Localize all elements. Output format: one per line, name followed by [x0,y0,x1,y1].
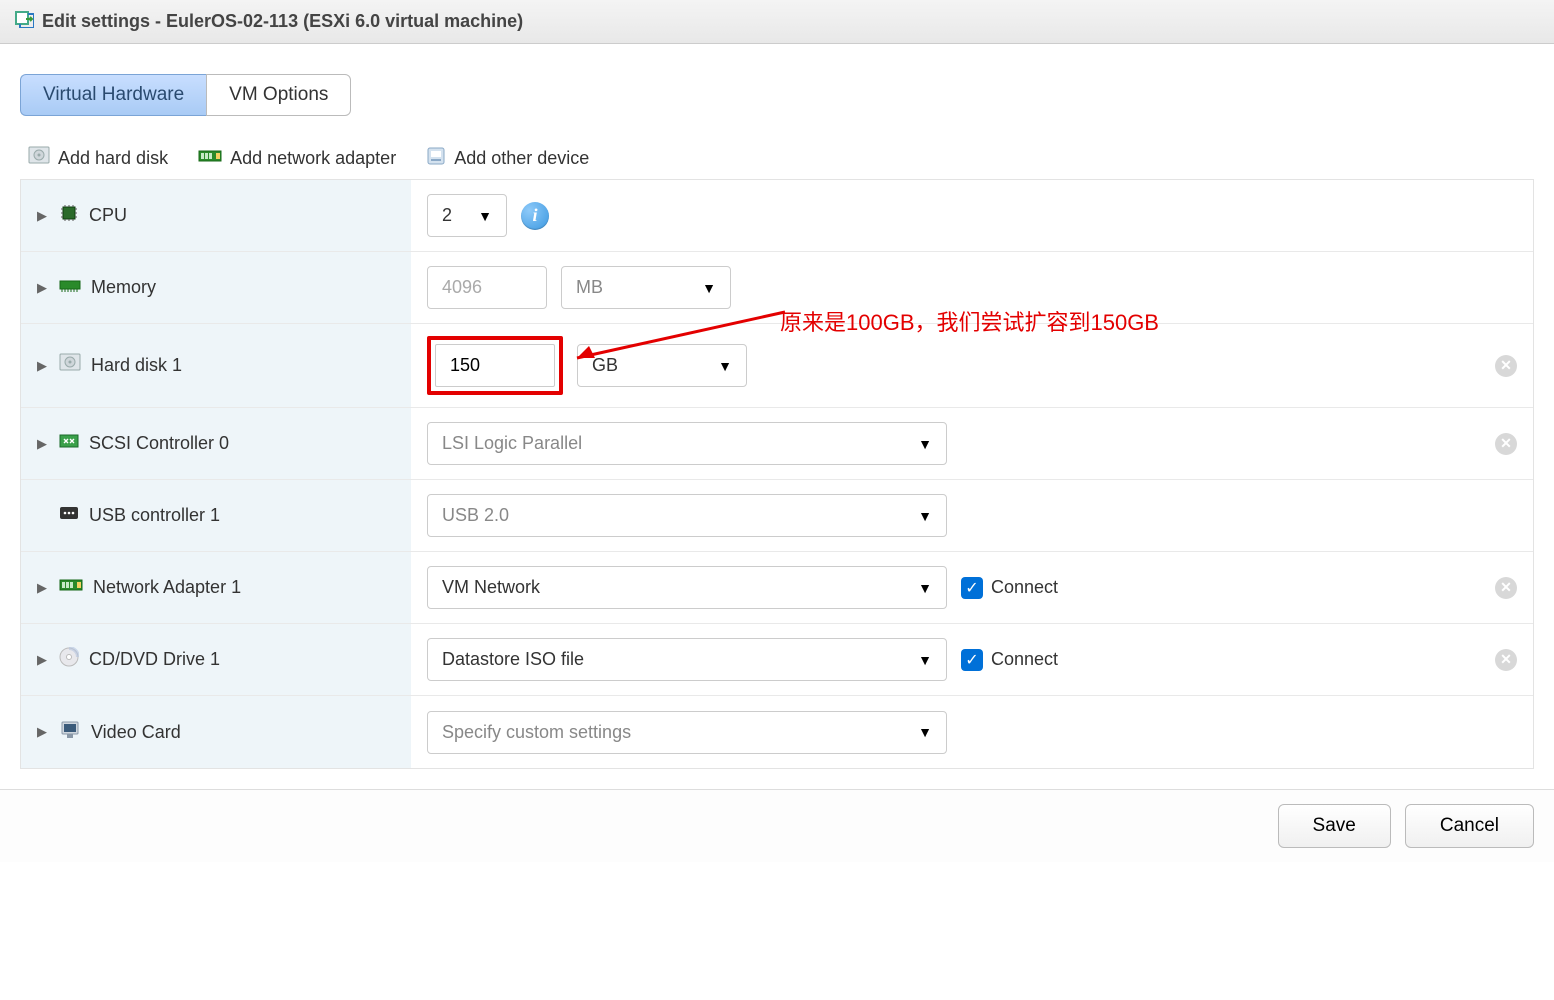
cd-icon [59,647,79,672]
hardware-toolbar: Add hard disk Add network adapter Add ot… [28,146,1534,171]
delete-icon[interactable]: ✕ [1495,433,1517,455]
chevron-down-icon: ▼ [918,652,932,668]
memory-icon [59,277,81,298]
delete-icon[interactable]: ✕ [1495,649,1517,671]
add-network-adapter-label: Add network adapter [230,148,396,169]
hard-disk-size-input[interactable] [435,344,555,387]
chevron-down-icon: ▼ [718,358,732,374]
video-settings-select[interactable]: Specify custom settings ▼ [427,711,947,754]
scsi-label: SCSI Controller 0 [89,433,229,454]
tab-virtual-hardware[interactable]: Virtual Hardware [20,74,206,116]
scsi-row: ▶ SCSI Controller 0 LSI Logic Parallel ▼… [21,408,1533,480]
cpu-label: CPU [89,205,127,226]
hard-disk-unit-select[interactable]: GB ▼ [577,344,747,387]
cpu-row: ▶ CPU 2 ▼ i [21,180,1533,252]
cddvd-connect-checkbox[interactable]: ✓ Connect [961,649,1058,671]
cancel-button[interactable]: Cancel [1405,804,1534,848]
scsi-type-select[interactable]: LSI Logic Parallel ▼ [427,422,947,465]
usb-label: USB controller 1 [89,505,220,526]
network-label: Network Adapter 1 [93,577,241,598]
tab-vm-options[interactable]: VM Options [206,74,351,116]
network-select[interactable]: VM Network ▼ [427,566,947,609]
hard-disk-label: Hard disk 1 [91,355,182,376]
info-icon[interactable]: i [521,202,549,230]
memory-label: Memory [91,277,156,298]
tabs: Virtual Hardware VM Options [20,74,1534,116]
usb-row: ▶ USB controller 1 USB 2.0 ▼ [21,480,1533,552]
add-hard-disk-label: Add hard disk [58,148,168,169]
chevron-down-icon: ▼ [918,724,932,740]
add-other-device-label: Add other device [454,148,589,169]
video-card-icon [59,720,81,745]
save-button[interactable]: Save [1278,804,1391,848]
usb-type-select[interactable]: USB 2.0 ▼ [427,494,947,537]
checkbox-checked-icon: ✓ [961,577,983,599]
window-title: Edit settings - EulerOS-02-113 (ESXi 6.0… [42,11,523,32]
add-other-device-button[interactable]: Add other device [426,146,589,171]
annotation-text: 原来是100GB，我们尝试扩容到150GB [780,305,1159,337]
expand-icon[interactable]: ▶ [37,358,49,374]
hard-disk-icon [59,353,81,378]
usb-icon [59,505,79,526]
expand-icon[interactable]: ▶ [37,724,49,740]
cddvd-row: ▶ CD/DVD Drive 1 Datastore ISO file ▼ ✓ … [21,624,1533,696]
add-hard-disk-button[interactable]: Add hard disk [28,146,168,171]
cpu-icon [59,203,79,228]
expand-icon[interactable]: ▶ [37,208,49,224]
annotation-highlight-box [427,336,563,395]
memory-input[interactable] [427,266,547,309]
hard-disk-icon [28,146,50,171]
scsi-icon [59,433,79,454]
hard-disk-row: ▶ Hard disk 1 GB ▼ ✕ [21,324,1533,408]
expand-icon[interactable]: ▶ [37,280,49,296]
checkbox-checked-icon: ✓ [961,649,983,671]
network-connect-checkbox[interactable]: ✓ Connect [961,577,1058,599]
vm-settings-icon [14,10,34,33]
chevron-down-icon: ▼ [702,280,716,296]
chevron-down-icon: ▼ [478,208,492,224]
expand-icon[interactable]: ▶ [37,652,49,668]
hardware-table: ▶ CPU 2 ▼ i ▶ Memory [20,179,1534,769]
expand-icon[interactable]: ▶ [37,580,49,596]
chevron-down-icon: ▼ [918,508,932,524]
delete-icon[interactable]: ✕ [1495,577,1517,599]
network-row: ▶ Network Adapter 1 VM Network ▼ ✓ Conne… [21,552,1533,624]
video-row: ▶ Video Card Specify custom settings ▼ [21,696,1533,768]
cpu-count-select[interactable]: 2 ▼ [427,194,507,237]
memory-unit-select[interactable]: MB ▼ [561,266,731,309]
network-adapter-icon [198,148,222,169]
delete-icon[interactable]: ✕ [1495,355,1517,377]
cddvd-label: CD/DVD Drive 1 [89,649,220,670]
expand-icon[interactable]: ▶ [37,436,49,452]
memory-row: ▶ Memory MB ▼ [21,252,1533,324]
network-adapter-icon [59,577,83,598]
add-network-adapter-button[interactable]: Add network adapter [198,148,396,169]
window-titlebar: Edit settings - EulerOS-02-113 (ESXi 6.0… [0,0,1554,44]
dialog-footer: Save Cancel [0,789,1554,862]
cddvd-select[interactable]: Datastore ISO file ▼ [427,638,947,681]
chevron-down-icon: ▼ [918,580,932,596]
other-device-icon [426,146,446,171]
chevron-down-icon: ▼ [918,436,932,452]
video-label: Video Card [91,722,181,743]
